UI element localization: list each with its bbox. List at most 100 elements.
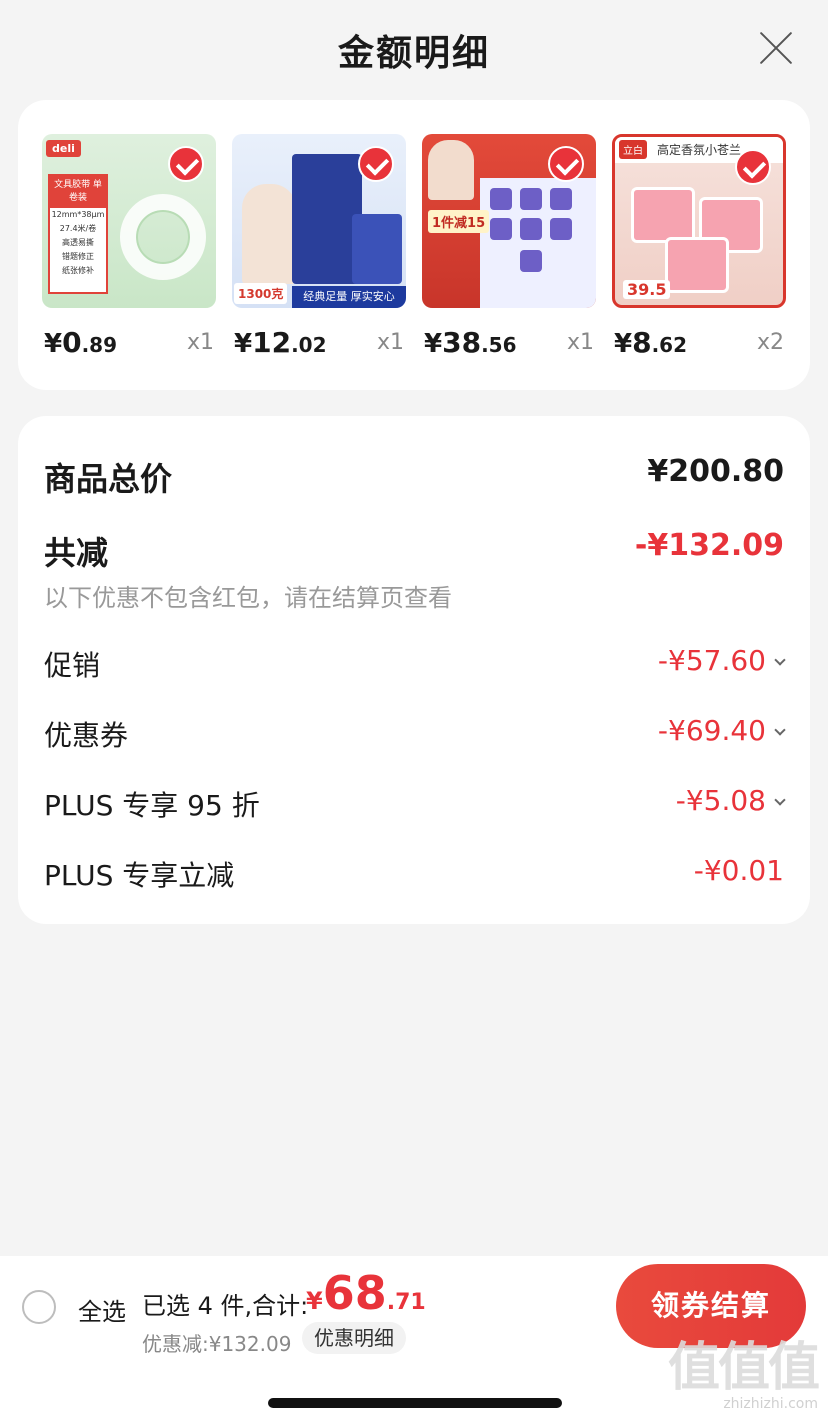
watermark-logo: 值值值 (668, 1338, 820, 1398)
currency-symbol: ¥ (614, 329, 633, 359)
price-row: ¥8.62 x2 (612, 326, 786, 366)
product-box-graphic (631, 187, 695, 243)
weight-badge: 1300克 (234, 283, 288, 304)
promotion-value: -¥57.60 (657, 644, 766, 677)
total-price-label: 商品总价 (44, 460, 173, 498)
close-icon[interactable] (756, 28, 796, 68)
price-decimal: .02 (291, 333, 327, 357)
checkmark-icon[interactable] (358, 146, 394, 182)
plus-instant-label: PLUS 专享立减 (44, 859, 235, 892)
checkmark-icon[interactable] (548, 146, 584, 182)
coupon-value: -¥69.40 (657, 714, 766, 747)
price-integer: 0 (62, 326, 82, 359)
discount-note: 以下优惠不包含红包，请在结算页查看 (44, 584, 452, 612)
checkmark-icon[interactable] (168, 146, 204, 182)
promotion-label: 促销 (44, 649, 101, 682)
product-item[interactable]: 1件减15 ¥38.56 x1 (422, 134, 596, 366)
chevron-down-icon[interactable] (774, 794, 786, 806)
tissue-pack-graphic (352, 214, 402, 284)
plus-discount-row[interactable]: PLUS 专享 95 折 -¥5.08 (44, 784, 786, 824)
product-slogan: 经典足量 厚实安心 (292, 286, 406, 308)
product-price: ¥38.56 (424, 326, 517, 359)
label-line: 高透易撕 (62, 238, 94, 247)
currency-symbol: ¥ (306, 1287, 323, 1315)
selected-count-text: 已选 4 件,合计: (142, 1292, 309, 1320)
watermark: 值值值 zhizhizhi.com (668, 1338, 820, 1420)
product-image[interactable]: deli 文具胶带 单卷装 12mm*38μm 27.4米/卷 高透易撕 错题修… (42, 134, 216, 308)
price-decimal: .56 (481, 333, 517, 357)
checkout-button[interactable]: 领券结算 (616, 1264, 806, 1348)
roll-graphic (490, 218, 512, 240)
brand-logo: deli (46, 140, 81, 157)
total-price-row: 商品总价 ¥200.80 (44, 454, 784, 498)
price-row: ¥12.02 x1 (232, 326, 406, 366)
coupon-label: 优惠券 (44, 719, 129, 752)
product-image[interactable]: 高定香氛小苍兰 立白 39.5 (612, 134, 786, 308)
price-decimal: .62 (651, 333, 688, 357)
header: 金额明细 (0, 0, 828, 96)
roll-graphic (520, 218, 542, 240)
discount-detail-button[interactable]: 优惠明细 (302, 1322, 406, 1354)
roll-graphic (520, 188, 542, 210)
roll-graphic (520, 250, 542, 272)
promotion-row[interactable]: 促销 -¥57.60 (44, 644, 786, 684)
roll-graphic (550, 218, 572, 240)
tape-roll-graphic (120, 194, 206, 280)
discount-text: 优惠减:¥132.09 (142, 1332, 292, 1356)
price-integer: 38 (442, 326, 482, 359)
home-indicator (268, 1398, 562, 1408)
model-graphic (242, 184, 296, 284)
product-price: ¥0.89 (44, 326, 117, 359)
product-item[interactable]: deli 文具胶带 单卷装 12mm*38μm 27.4米/卷 高透易撕 错题修… (42, 134, 216, 366)
promotion-value-wrap: -¥57.60 (657, 644, 786, 677)
currency-symbol: ¥ (234, 329, 253, 359)
select-all-radio[interactable] (22, 1290, 56, 1324)
roll-graphic (550, 188, 572, 210)
watermark-site: zhizhizhi.com (723, 1396, 818, 1412)
product-list: deli 文具胶带 单卷装 12mm*38μm 27.4米/卷 高透易撕 错题修… (18, 100, 810, 390)
total-reduction-value: -¥132.09 (634, 528, 784, 563)
price-row: ¥38.56 x1 (422, 326, 596, 366)
total-reduction-row: 共减 -¥132.09 (44, 528, 784, 572)
product-quantity: x2 (756, 330, 784, 355)
product-item[interactable]: 经典足量 厚实安心 1300克 ¥12.02 x1 (232, 134, 406, 366)
label-line: 纸张修补 (62, 266, 94, 275)
price-decimal: .89 (81, 333, 118, 357)
checkmark-icon[interactable] (735, 149, 771, 185)
coupon-row[interactable]: 优惠券 -¥69.40 (44, 714, 786, 754)
chevron-down-icon[interactable] (774, 654, 786, 666)
currency-symbol: ¥ (424, 329, 443, 359)
product-item[interactable]: 高定香氛小苍兰 立白 39.5 ¥8.62 x2 (612, 134, 786, 366)
price-integer: 8 (632, 326, 652, 359)
brand-logo: 立白 (619, 140, 647, 159)
currency-symbol: ¥ (44, 329, 63, 359)
plus-instant-value: -¥0.01 (693, 854, 784, 887)
label-line: 12mm*38μm (51, 210, 105, 219)
plus-discount-value-wrap: -¥5.08 (676, 784, 786, 817)
model-graphic (428, 140, 474, 200)
chevron-down-icon[interactable] (774, 724, 786, 736)
total-price-value: ¥200.80 (647, 454, 784, 489)
product-box-graphic (665, 237, 729, 293)
price-summary: 商品总价 ¥200.80 共减 -¥132.09 以下优惠不包含红包，请在结算页… (18, 416, 810, 924)
price-row: ¥0.89 x1 (42, 326, 216, 366)
plus-instant-row: PLUS 专享立减 -¥0.01 (44, 854, 784, 894)
product-label: 文具胶带 单卷装 12mm*38μm 27.4米/卷 高透易撕 错题修正 纸张修… (48, 174, 108, 294)
label-line: 错题修正 (62, 252, 94, 261)
page-title: 金额明细 (337, 33, 490, 74)
product-price: ¥8.62 (614, 326, 687, 359)
product-quantity: x1 (376, 330, 404, 355)
select-all-label[interactable]: 全选 (78, 1292, 126, 1327)
total-amount: ¥68.71 (306, 1266, 426, 1320)
coupon-value-wrap: -¥69.40 (657, 714, 786, 747)
product-price: ¥12.02 (234, 326, 327, 359)
total-reduction-label: 共减 (44, 534, 109, 572)
label-line: 27.4米/卷 (59, 224, 97, 233)
product-quantity: x1 (566, 330, 594, 355)
plus-discount-label: PLUS 专享 95 折 (44, 789, 260, 822)
product-image[interactable]: 经典足量 厚实安心 1300克 (232, 134, 406, 308)
product-image[interactable]: 1件减15 (422, 134, 596, 308)
total-integer: 68 (322, 1266, 387, 1320)
note-row: 以下优惠不包含红包，请在结算页查看 (44, 578, 784, 612)
price-tag: 39.5 (623, 280, 671, 299)
